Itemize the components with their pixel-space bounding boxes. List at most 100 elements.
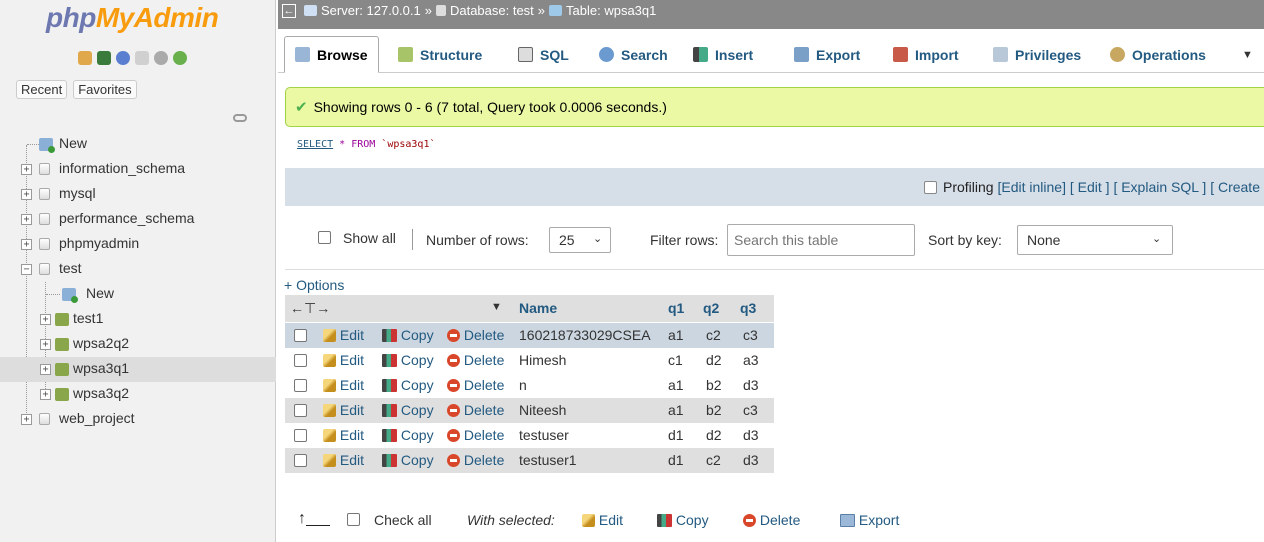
tab-import[interactable]: Import [883, 36, 969, 73]
cell-q1[interactable]: d1 [668, 452, 684, 468]
cell-q1[interactable]: a1 [668, 377, 684, 393]
edit-row-link[interactable]: Edit [323, 377, 364, 393]
copy-row-link[interactable]: Copy [382, 377, 434, 393]
tree-item-wpsa3q2[interactable]: + wpsa3q2 [0, 382, 276, 407]
cell-q1[interactable]: c1 [668, 352, 683, 368]
tree-item-test-new[interactable]: New [0, 282, 276, 307]
delete-row-link[interactable]: Delete [447, 327, 504, 343]
delete-row-link[interactable]: Delete [447, 352, 504, 368]
tab-export[interactable]: Export [784, 36, 870, 73]
cell-q1[interactable]: a1 [668, 327, 684, 343]
home-icon[interactable] [78, 51, 92, 65]
expand-icon[interactable]: + [40, 364, 51, 375]
docs-icon[interactable] [135, 51, 149, 65]
row-checkbox[interactable] [294, 404, 307, 417]
row-checkbox[interactable] [294, 454, 307, 467]
cell-q2[interactable]: d2 [706, 427, 722, 443]
cell-q3[interactable]: d3 [743, 377, 759, 393]
cell-name[interactable]: n [519, 377, 527, 393]
expand-icon[interactable]: + [21, 214, 32, 225]
tab-search[interactable]: Search [589, 36, 678, 73]
cell-q2[interactable]: c2 [706, 327, 721, 343]
cell-q3[interactable]: c3 [743, 327, 758, 343]
tree-item-new[interactable]: New [0, 132, 276, 157]
tree-item-mysql[interactable]: + mysql [0, 182, 276, 207]
edit-inline-link[interactable]: [Edit inline] [997, 179, 1065, 195]
tab-operations[interactable]: Operations [1100, 36, 1216, 73]
edit-row-link[interactable]: Edit [323, 352, 364, 368]
breadcrumb-server[interactable]: Server: 127.0.0.1 [321, 3, 421, 18]
tab-privileges[interactable]: Privileges [983, 36, 1091, 73]
cell-q2[interactable]: b2 [706, 377, 722, 393]
delete-row-link[interactable]: Delete [447, 452, 504, 468]
cell-q3[interactable]: c3 [743, 402, 758, 418]
sort-dropdown-icon[interactable]: ▼ [491, 301, 502, 313]
collapse-nav-icon[interactable]: ← [282, 4, 296, 18]
delete-row-link[interactable]: Delete [447, 402, 504, 418]
tree-item-test[interactable]: − test [0, 257, 276, 282]
expand-icon[interactable]: + [40, 339, 51, 350]
column-header-q2[interactable]: q2 [703, 300, 719, 316]
expand-icon[interactable]: + [40, 389, 51, 400]
sql-select[interactable]: SELECT [297, 139, 333, 150]
edit-row-link[interactable]: Edit [323, 402, 364, 418]
cell-q2[interactable]: b2 [706, 402, 722, 418]
sort-key-select[interactable]: None ⌄ [1017, 225, 1173, 255]
column-header-q3[interactable]: q3 [740, 300, 756, 316]
expand-icon[interactable]: + [21, 239, 32, 250]
show-all-checkbox[interactable] [318, 231, 331, 244]
column-arrows-icon[interactable]: ←⊤→ [290, 300, 330, 317]
breadcrumb-table[interactable]: Table: wpsa3q1 [566, 3, 656, 18]
cell-q1[interactable]: a1 [668, 402, 684, 418]
check-all-checkbox[interactable] [347, 513, 360, 526]
link-with-main-panel-icon[interactable] [233, 114, 247, 122]
delete-row-link[interactable]: Delete [447, 377, 504, 393]
column-header-name[interactable]: Name [519, 300, 557, 316]
tab-insert[interactable]: Insert [683, 36, 763, 73]
tab-browse[interactable]: Browse [284, 36, 379, 73]
tree-item-web-project[interactable]: + web_project [0, 407, 276, 432]
expand-icon[interactable]: + [40, 314, 51, 325]
tree-item-wpsa3q1[interactable]: + wpsa3q1 [0, 357, 276, 382]
tab-sql[interactable]: SQL [508, 36, 579, 73]
tree-item-information-schema[interactable]: + information_schema [0, 157, 276, 182]
copy-row-link[interactable]: Copy [382, 427, 434, 443]
favorites-tab[interactable]: Favorites [73, 80, 137, 99]
tree-item-test1[interactable]: + test1 [0, 307, 276, 332]
tree-item-wpsa2q2[interactable]: + wpsa2q2 [0, 332, 276, 357]
more-tabs-button[interactable]: ▼ [1238, 36, 1253, 73]
cell-name[interactable]: testuser [519, 427, 569, 443]
expand-icon[interactable]: + [21, 164, 32, 175]
bulk-copy-button[interactable]: Copy [657, 512, 709, 528]
copy-row-link[interactable]: Copy [382, 452, 434, 468]
row-checkbox[interactable] [294, 379, 307, 392]
edit-row-link[interactable]: Edit [323, 452, 364, 468]
expand-icon[interactable]: + [21, 189, 32, 200]
edit-row-link[interactable]: Edit [323, 427, 364, 443]
create-php-code-link[interactable]: [ Create [1210, 179, 1260, 195]
column-header-q1[interactable]: q1 [668, 300, 684, 316]
row-checkbox[interactable] [294, 329, 307, 342]
cell-q1[interactable]: d1 [668, 427, 684, 443]
expand-icon[interactable]: + [21, 414, 32, 425]
copy-row-link[interactable]: Copy [382, 402, 434, 418]
cell-q3[interactable]: a3 [743, 352, 759, 368]
cell-q3[interactable]: d3 [743, 427, 759, 443]
breadcrumb-database[interactable]: Database: test [450, 3, 534, 18]
help-icon[interactable] [116, 51, 130, 65]
tab-structure[interactable]: Structure [388, 36, 492, 73]
options-link[interactable]: + Options [284, 277, 344, 293]
explain-sql-link[interactable]: [ Explain SQL ] [1113, 179, 1206, 195]
edit-row-link[interactable]: Edit [323, 327, 364, 343]
rows-select[interactable]: 25 ⌄ [549, 227, 611, 253]
copy-row-link[interactable]: Copy [382, 327, 434, 343]
row-checkbox[interactable] [294, 354, 307, 367]
row-checkbox[interactable] [294, 429, 307, 442]
cell-q2[interactable]: c2 [706, 452, 721, 468]
recent-tab[interactable]: Recent [16, 80, 68, 99]
delete-row-link[interactable]: Delete [447, 427, 504, 443]
cell-q2[interactable]: d2 [706, 352, 722, 368]
sql-query[interactable]: SELECT * FROM `wpsa3q1` [297, 139, 436, 150]
copy-row-link[interactable]: Copy [382, 352, 434, 368]
tree-item-performance-schema[interactable]: + performance_schema [0, 207, 276, 232]
